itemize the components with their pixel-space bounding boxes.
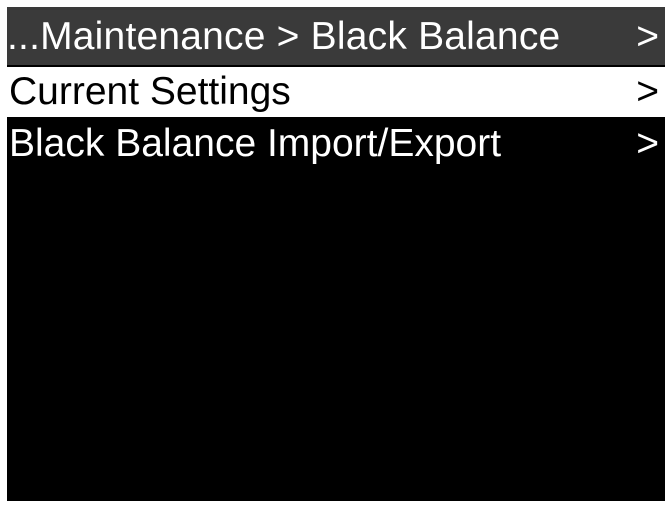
breadcrumb: ...Maintenance > Black Balance xyxy=(7,15,561,58)
menu-item-black-balance-import-export[interactable]: Black Balance Import/Export > xyxy=(7,119,665,169)
menu-header: ...Maintenance > Black Balance > xyxy=(7,7,665,65)
menu-item-label: Black Balance Import/Export xyxy=(9,122,502,165)
chevron-right-icon: > xyxy=(636,70,659,113)
header-chevron-right-icon: > xyxy=(636,15,659,58)
menu-item-label: Current Settings xyxy=(9,70,291,113)
chevron-right-icon: > xyxy=(636,122,659,165)
menu-item-current-settings[interactable]: Current Settings > xyxy=(7,67,665,117)
menu-screen: ...Maintenance > Black Balance > Current… xyxy=(7,7,665,501)
